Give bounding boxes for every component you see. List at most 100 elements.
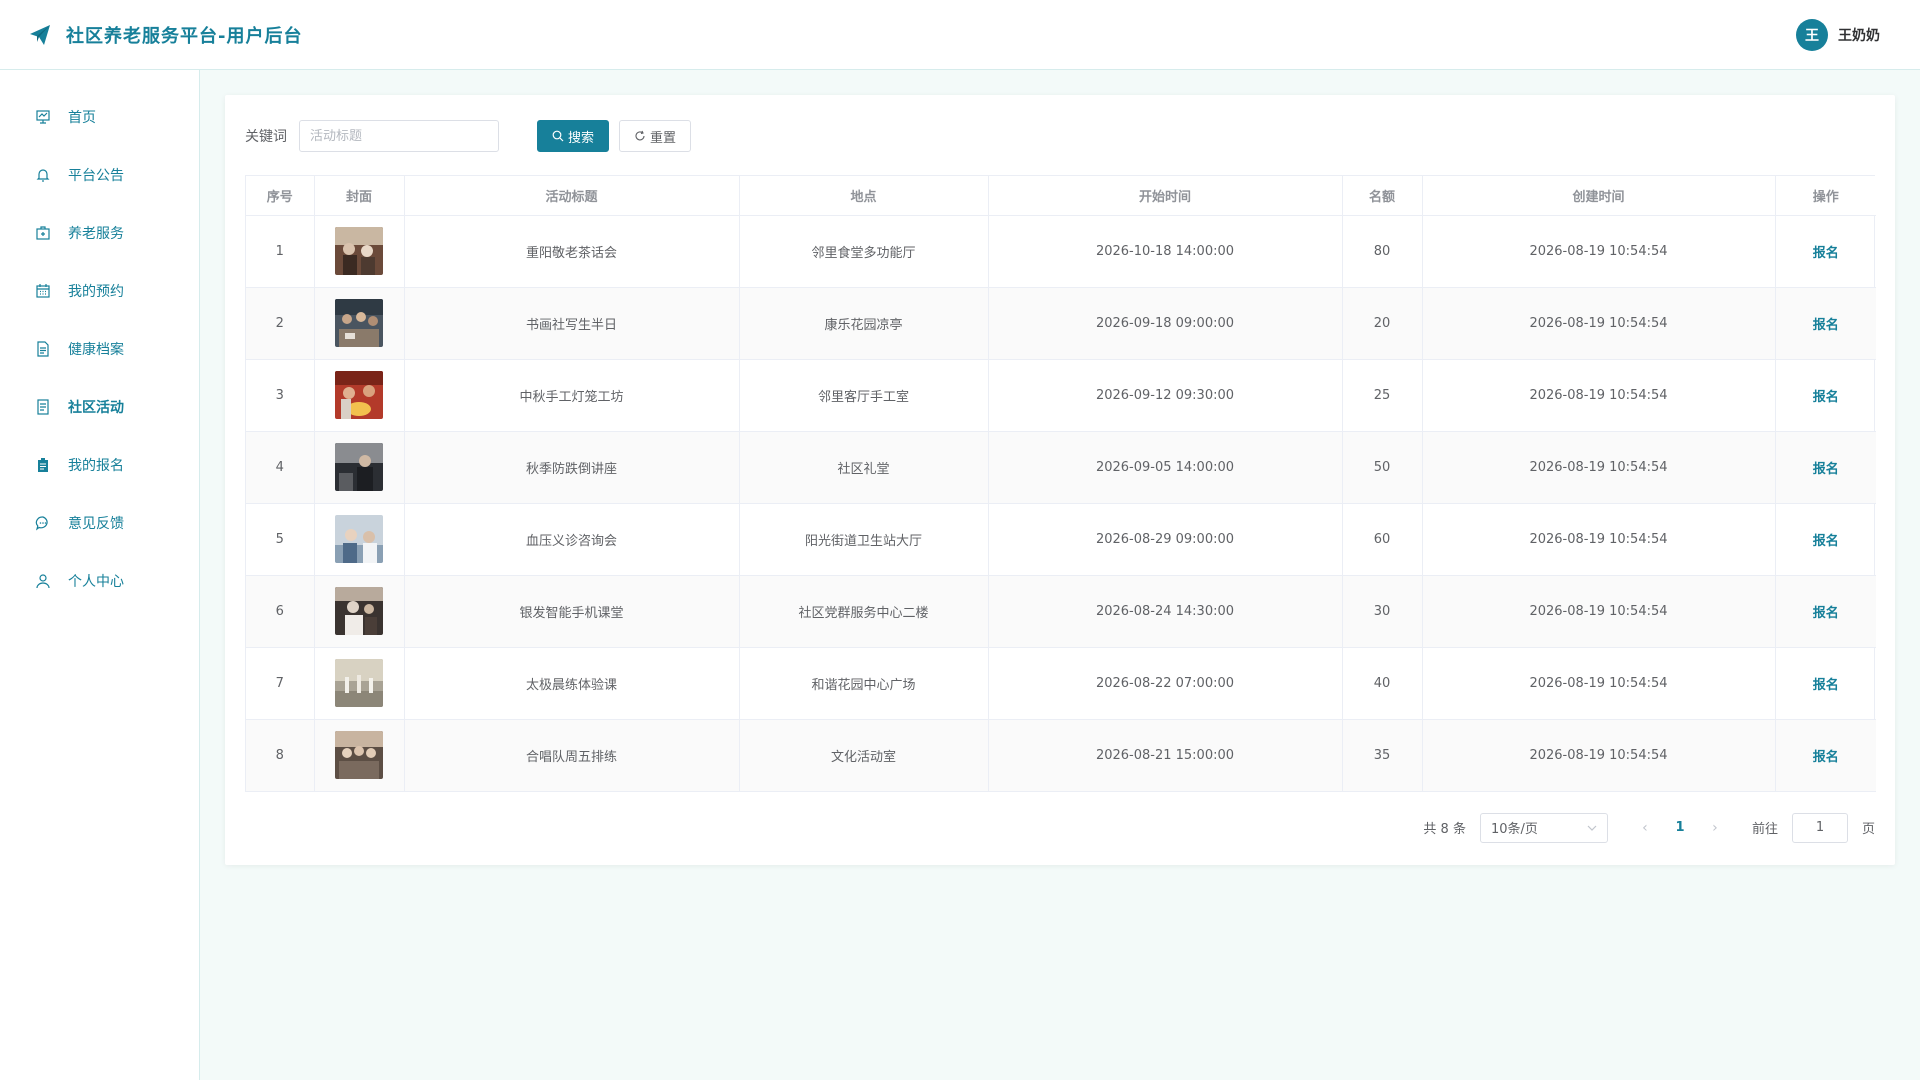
reset-button[interactable]: 重置 xyxy=(619,120,692,152)
cell-title: 秋季防跌倒讲座 xyxy=(404,431,740,504)
tickets-icon xyxy=(34,398,52,416)
cell-no: 5 xyxy=(246,503,315,576)
register-link[interactable]: 报名 xyxy=(1813,606,1839,621)
cell-place: 和谐花园中心广场 xyxy=(739,647,989,720)
search-icon xyxy=(552,130,564,142)
sidebar-item-label: 我的预约 xyxy=(68,284,124,300)
register-link[interactable]: 报名 xyxy=(1813,246,1839,261)
sidebar-item-elderly-services[interactable]: 养老服务 xyxy=(0,204,199,262)
cell-title: 银发智能手机课堂 xyxy=(404,575,740,648)
sidebar-item-profile[interactable]: 个人中心 xyxy=(0,552,199,610)
column-header: 名额 xyxy=(1342,176,1423,216)
page-size-value: 10条/页 xyxy=(1490,822,1538,837)
activity-cover-image[interactable] xyxy=(335,587,383,635)
keyword-input[interactable] xyxy=(299,120,499,152)
activity-cover-image[interactable] xyxy=(335,371,383,419)
cell-created-time: 2026-08-19 10:54:54 xyxy=(1422,431,1776,504)
activity-cover-image[interactable] xyxy=(335,515,383,563)
cell-created-time: 2026-08-19 10:54:54 xyxy=(1422,575,1776,648)
cell-quota: 25 xyxy=(1342,359,1423,432)
first-aid-kit-icon xyxy=(34,224,52,242)
cell-cover xyxy=(314,647,405,720)
avatar[interactable]: 王 xyxy=(1796,18,1828,51)
cell-quota: 50 xyxy=(1342,431,1423,504)
register-link[interactable]: 报名 xyxy=(1813,534,1839,549)
sidebar-item-label: 社区活动 xyxy=(68,400,124,416)
cell-action: 报名 xyxy=(1775,575,1876,648)
register-link[interactable]: 报名 xyxy=(1813,462,1839,477)
goto-page-input[interactable] xyxy=(1791,812,1848,843)
keyword-label: 关键词 xyxy=(245,129,287,145)
sidebar-item-label: 个人中心 xyxy=(68,574,124,590)
cell-quota: 80 xyxy=(1342,215,1423,288)
cell-cover xyxy=(314,431,405,504)
register-link[interactable]: 报名 xyxy=(1813,390,1839,405)
cell-quota: 60 xyxy=(1342,503,1423,576)
top-header: 社区养老服务平台-用户后台 王 王奶奶 xyxy=(0,0,1920,70)
cell-start-time: 2026-09-12 09:30:00 xyxy=(988,359,1343,432)
cell-cover xyxy=(314,575,405,648)
total-count: 共 8 条 xyxy=(1423,822,1466,837)
cell-place: 社区礼堂 xyxy=(739,431,989,504)
prev-page-button[interactable]: ‹ xyxy=(1636,820,1654,836)
sidebar-item-my-registrations[interactable]: 我的报名 xyxy=(0,436,199,494)
sidebar-item-community-activities[interactable]: 社区活动 xyxy=(0,378,199,436)
page-size-select[interactable]: 10条/页 xyxy=(1479,812,1608,843)
cell-start-time: 2026-08-29 09:00:00 xyxy=(988,503,1343,576)
table-row: 2 书画社写生半日 康乐花园凉亭 2026-09-18 09:00:00 20 … xyxy=(246,287,1876,360)
table-row: 5 血压义诊咨询会 阳光街道卫生站大厅 2026-08-29 09:00:00 … xyxy=(246,503,1876,576)
document-icon xyxy=(34,340,52,358)
cell-quota: 20 xyxy=(1342,287,1423,360)
sidebar-item-home[interactable]: 首页 xyxy=(0,88,199,146)
bell-icon xyxy=(34,166,52,184)
cell-start-time: 2026-08-22 07:00:00 xyxy=(988,647,1343,720)
column-header: 序号 xyxy=(246,176,315,216)
brand: 社区养老服务平台-用户后台 xyxy=(28,22,302,48)
cell-title: 中秋手工灯笼工坊 xyxy=(404,359,740,432)
register-link[interactable]: 报名 xyxy=(1813,678,1839,693)
table-row: 6 银发智能手机课堂 社区党群服务中心二楼 2026-08-24 14:30:0… xyxy=(246,575,1876,648)
cell-place: 阳光街道卫生站大厅 xyxy=(739,503,989,576)
cell-place: 康乐花园凉亭 xyxy=(739,287,989,360)
cell-no: 8 xyxy=(246,719,315,792)
column-header: 封面 xyxy=(314,176,405,216)
activity-cover-image[interactable] xyxy=(335,731,383,779)
cell-start-time: 2026-09-18 09:00:00 xyxy=(988,287,1343,360)
cell-start-time: 2026-09-05 14:00:00 xyxy=(988,431,1343,504)
cell-cover xyxy=(314,359,405,432)
register-link[interactable]: 报名 xyxy=(1813,750,1839,765)
cell-title: 太极晨练体验课 xyxy=(404,647,740,720)
cell-no: 1 xyxy=(246,215,315,288)
cell-action: 报名 xyxy=(1775,431,1876,504)
user-menu[interactable]: 王 王奶奶 xyxy=(1796,18,1892,51)
activity-cover-image[interactable] xyxy=(335,659,383,707)
next-page-button[interactable]: › xyxy=(1706,820,1724,836)
sidebar-item-label: 健康档案 xyxy=(68,342,124,358)
cell-created-time: 2026-08-19 10:54:54 xyxy=(1422,359,1776,432)
user-name[interactable]: 王奶奶 xyxy=(1838,25,1880,45)
cell-created-time: 2026-08-19 10:54:54 xyxy=(1422,215,1776,288)
table-row: 3 中秋手工灯笼工坊 邻里客厅手工室 2026-09-12 09:30:00 2… xyxy=(246,359,1876,432)
sidebar-item-feedback[interactable]: 意见反馈 xyxy=(0,494,199,552)
cell-cover xyxy=(314,215,405,288)
activity-cover-image[interactable] xyxy=(335,227,383,275)
search-button[interactable]: 搜索 xyxy=(537,120,610,152)
activity-cover-image[interactable] xyxy=(335,299,383,347)
cell-no: 4 xyxy=(246,431,315,504)
cell-place: 邻里客厅手工室 xyxy=(739,359,989,432)
cell-no: 3 xyxy=(246,359,315,432)
cell-action: 报名 xyxy=(1775,359,1876,432)
cell-no: 6 xyxy=(246,575,315,648)
page-number-current[interactable]: 1 xyxy=(1668,820,1692,835)
cell-place: 文化活动室 xyxy=(739,719,989,792)
sidebar-item-health-records[interactable]: 健康档案 xyxy=(0,320,199,378)
cell-cover xyxy=(314,287,405,360)
activity-cover-image[interactable] xyxy=(335,443,383,491)
sidebar-item-appointments[interactable]: 我的预约 xyxy=(0,262,199,320)
register-link[interactable]: 报名 xyxy=(1813,318,1839,333)
column-header: 创建时间 xyxy=(1422,176,1776,216)
table-row: 1 重阳敬老茶话会 邻里食堂多功能厅 2026-10-18 14:00:00 8… xyxy=(246,215,1876,288)
sidebar-item-label: 意见反馈 xyxy=(68,516,124,532)
paper-plane-icon xyxy=(28,23,52,47)
sidebar-item-announcements[interactable]: 平台公告 xyxy=(0,146,199,204)
